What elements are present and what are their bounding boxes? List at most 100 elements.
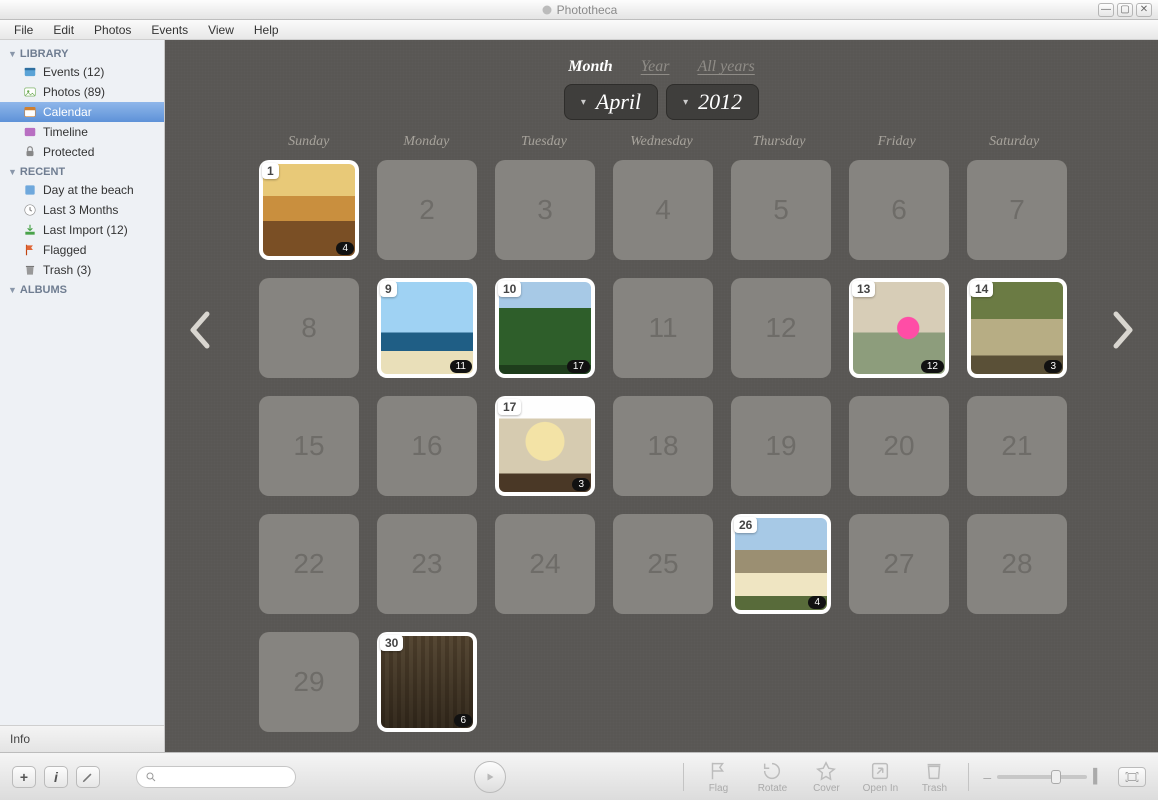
- calendar-day-with-photos[interactable]: 13 12: [849, 278, 949, 378]
- chevron-left-icon: [185, 310, 215, 350]
- calendar-day-empty[interactable]: 5: [731, 160, 831, 260]
- calendar-day-empty[interactable]: 2: [377, 160, 477, 260]
- sidebar-section-header[interactable]: ▼ALBUMS: [0, 280, 164, 298]
- sidebar-item[interactable]: Events (12): [0, 62, 164, 82]
- menu-help[interactable]: Help: [246, 21, 287, 39]
- next-month-button[interactable]: [1088, 160, 1158, 350]
- tool-rotate[interactable]: Rotate: [752, 760, 792, 794]
- calendar-day-with-photos[interactable]: 264: [731, 514, 831, 614]
- calendar-day-empty[interactable]: 7: [967, 160, 1067, 260]
- menu-file[interactable]: File: [6, 21, 41, 39]
- tab-year[interactable]: Year: [641, 58, 670, 76]
- calendar-day-empty[interactable]: 3: [495, 160, 595, 260]
- calendar-day-empty[interactable]: 11: [613, 278, 713, 378]
- calendar-day-empty[interactable]: 20: [849, 396, 949, 496]
- tool-cover[interactable]: Cover: [806, 760, 846, 794]
- tab-month[interactable]: Month: [568, 58, 612, 76]
- day-number-badge: 13: [852, 281, 875, 297]
- maximize-button[interactable]: ▢: [1117, 3, 1133, 17]
- tool-trash[interactable]: Trash: [914, 760, 954, 794]
- calendar-day-empty[interactable]: 12: [731, 278, 831, 378]
- day-number: 7: [1009, 194, 1025, 226]
- calendar-day-empty[interactable]: 29: [259, 632, 359, 732]
- minimize-button[interactable]: —: [1098, 3, 1114, 17]
- calendar-day-empty[interactable]: 4: [613, 160, 713, 260]
- edit-button[interactable]: [76, 766, 100, 788]
- disclosure-icon: ▼: [8, 285, 17, 295]
- sidebar-item[interactable]: Protected: [0, 142, 164, 162]
- calendar-day-empty[interactable]: 23: [377, 514, 477, 614]
- sidebar-item[interactable]: Flagged: [0, 240, 164, 260]
- tool-label: Cover: [813, 783, 840, 794]
- zoom-slider[interactable]: –▍: [983, 768, 1104, 785]
- close-button[interactable]: ✕: [1136, 3, 1152, 17]
- calendar-day-empty[interactable]: 16: [377, 396, 477, 496]
- calendar-day-with-photos[interactable]: 14: [259, 160, 359, 260]
- day-number: 11: [648, 312, 677, 344]
- sidebar-item[interactable]: Calendar: [0, 102, 164, 122]
- sidebar-item[interactable]: Timeline: [0, 122, 164, 142]
- day-number: 3: [537, 194, 553, 226]
- month-selector[interactable]: ▾ April: [564, 84, 658, 120]
- calendar-day-empty[interactable]: 21: [967, 396, 1067, 496]
- calendar-day-empty[interactable]: 25: [613, 514, 713, 614]
- day-number: 23: [411, 548, 442, 580]
- day-number: 27: [883, 548, 914, 580]
- calendar-day-with-photos[interactable]: 173: [495, 396, 595, 496]
- sidebar-section-header[interactable]: ▼LIBRARY: [0, 44, 164, 62]
- day-number-badge: 9: [380, 281, 397, 297]
- bottom-toolbar: + i Flag Rotate Cover Open In Trash –▍: [0, 752, 1158, 800]
- tab-all-years[interactable]: All years: [697, 58, 754, 76]
- calendar-day-with-photos[interactable]: 911: [377, 278, 477, 378]
- calendar-day-with-photos[interactable]: 306: [377, 632, 477, 732]
- calendar-day-empty[interactable]: 27: [849, 514, 949, 614]
- menu-events[interactable]: Events: [143, 21, 196, 39]
- album-icon: [22, 183, 37, 198]
- tool-flag[interactable]: Flag: [698, 760, 738, 794]
- fullscreen-icon: [1124, 771, 1140, 783]
- info-button[interactable]: i: [44, 766, 68, 788]
- sidebar-item[interactable]: Day at the beach: [0, 180, 164, 200]
- fullscreen-button[interactable]: [1118, 767, 1146, 787]
- calendar-day-empty[interactable]: 24: [495, 514, 595, 614]
- sidebar-item-label: Last Import (12): [43, 223, 128, 237]
- app-title-text: Phototheca: [557, 3, 618, 17]
- day-number-badge: 17: [498, 399, 521, 415]
- info-panel-header[interactable]: Info: [0, 725, 164, 752]
- calendar-day-empty[interactable]: 18: [613, 396, 713, 496]
- sidebar-item-label: Last 3 Months: [43, 203, 118, 217]
- sidebar-item[interactable]: Last 3 Months: [0, 200, 164, 220]
- weekday-label: Tuesday: [494, 134, 594, 150]
- play-button[interactable]: [474, 761, 506, 793]
- menu-edit[interactable]: Edit: [45, 21, 82, 39]
- photo-count-badge: 4: [336, 242, 354, 255]
- calendar-day-empty[interactable]: 15: [259, 396, 359, 496]
- disclosure-icon: ▼: [8, 167, 17, 177]
- sidebar-item[interactable]: Last Import (12): [0, 220, 164, 240]
- search-input[interactable]: [136, 766, 296, 788]
- sidebar-item[interactable]: Trash (3): [0, 260, 164, 280]
- calendar-day-empty[interactable]: 8: [259, 278, 359, 378]
- menu-photos[interactable]: Photos: [86, 21, 139, 39]
- tool-openin[interactable]: Open In: [860, 760, 900, 794]
- year-selector[interactable]: ▾ 2012: [666, 84, 759, 120]
- calendar-day-with-photos[interactable]: 143: [967, 278, 1067, 378]
- day-number: 19: [765, 430, 796, 462]
- sidebar-section-header[interactable]: ▼RECENT: [0, 162, 164, 180]
- calendar-day-empty[interactable]: 28: [967, 514, 1067, 614]
- sidebar-item[interactable]: Photos (89): [0, 82, 164, 102]
- menu-view[interactable]: View: [200, 21, 242, 39]
- month-year-picker: ▾ April ▾ 2012: [165, 84, 1158, 120]
- calendar-day-empty[interactable]: 6: [849, 160, 949, 260]
- photo-count-badge: 12: [921, 360, 944, 373]
- add-button[interactable]: +: [12, 766, 36, 788]
- tool-label: Rotate: [758, 783, 787, 794]
- day-number: 8: [301, 312, 317, 344]
- calendar-day-with-photos[interactable]: 1017: [495, 278, 595, 378]
- prev-month-button[interactable]: [165, 160, 235, 350]
- disclosure-icon: ▼: [8, 49, 17, 59]
- weekday-label: Saturday: [964, 134, 1064, 150]
- day-number: 18: [647, 430, 678, 462]
- calendar-day-empty[interactable]: 19: [731, 396, 831, 496]
- calendar-day-empty[interactable]: 22: [259, 514, 359, 614]
